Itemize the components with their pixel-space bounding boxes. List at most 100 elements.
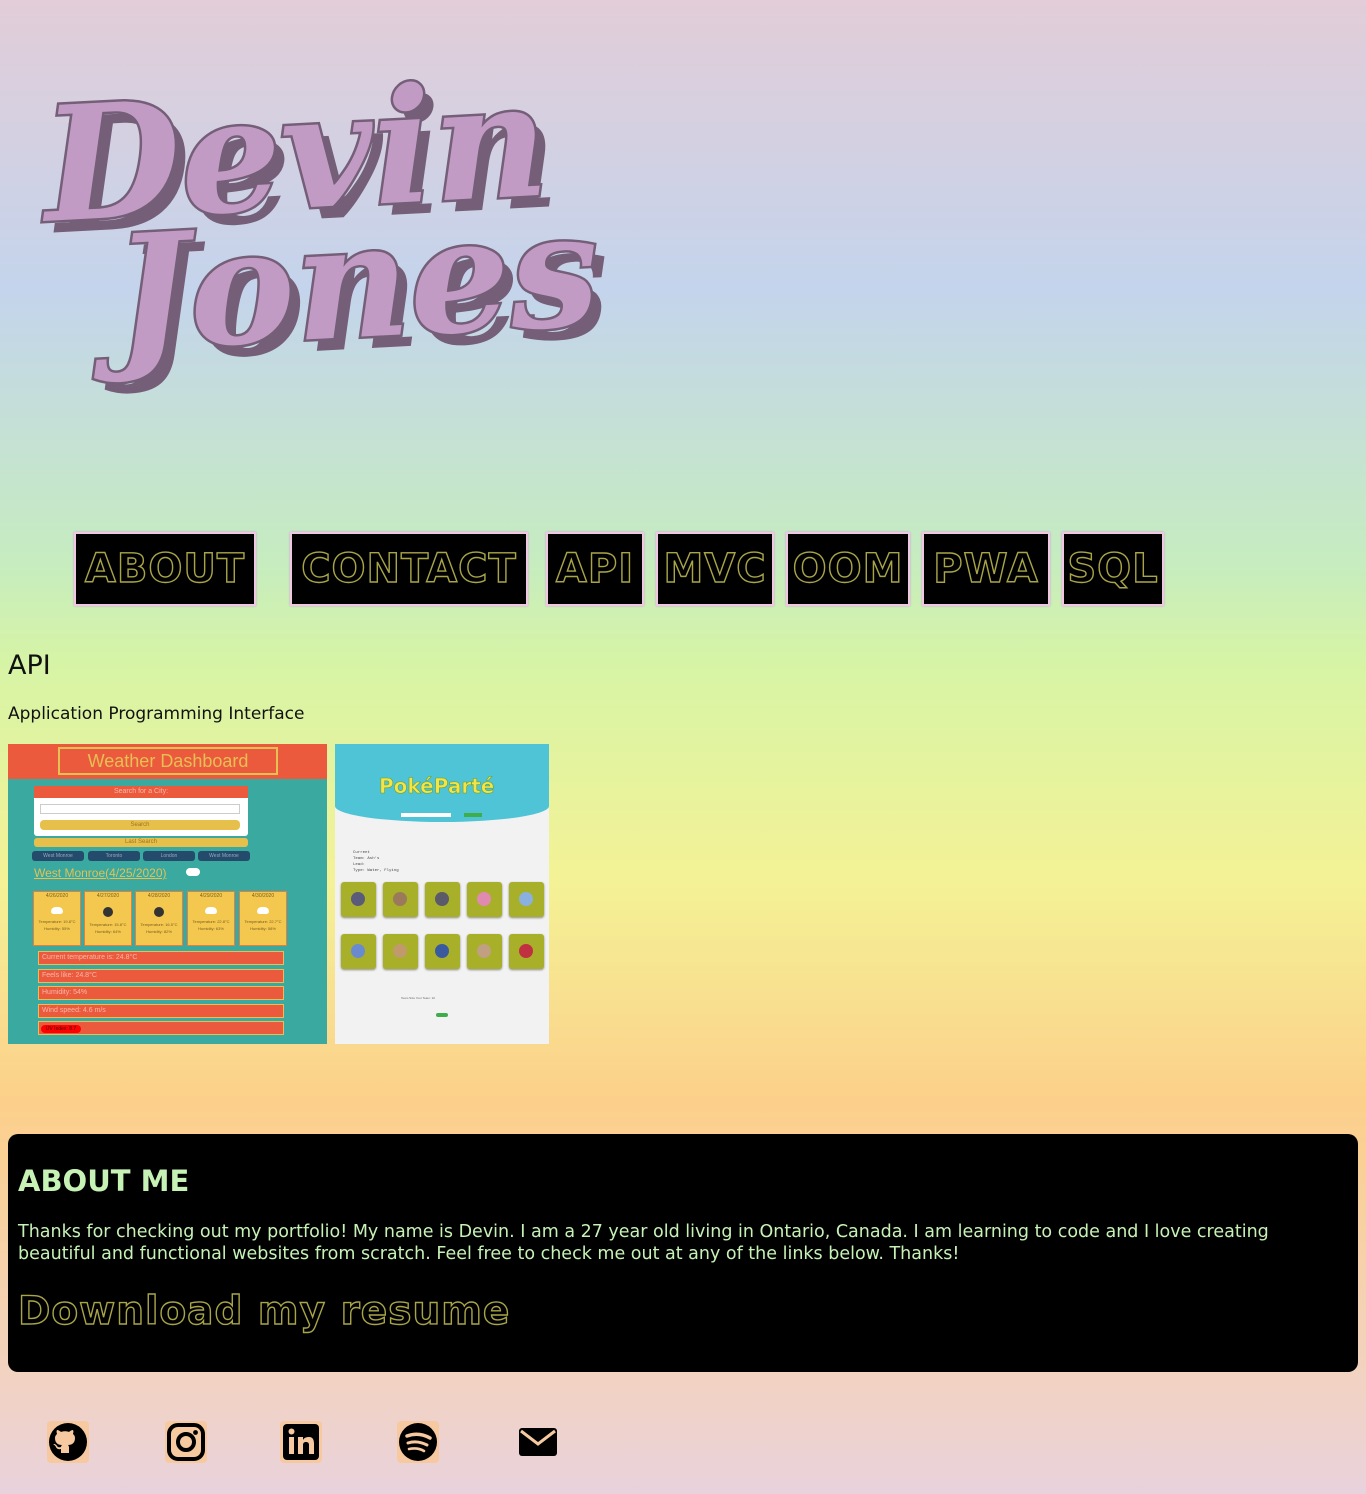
logo-line2: Jones [85, 177, 603, 388]
weather-uv-badge: UV Index: 8.7 [41, 1025, 81, 1033]
poke-card [425, 882, 460, 917]
pokeparte-thumbnail[interactable]: PokéParté Current Team: Ash's Lead: Type… [335, 744, 549, 1044]
forecast-temp: Temperature: 16.5°C [140, 922, 178, 927]
weather-city-list: West Monroe Toronto London West Monroe [32, 851, 252, 861]
weather-current-row: Humidity: 54% [38, 986, 284, 1000]
cloud-icon [186, 868, 200, 876]
about-text: Thanks for checking out my portfolio! My… [18, 1222, 1269, 1264]
nav-api[interactable]: API [546, 532, 644, 606]
poke-card [509, 882, 544, 917]
forecast-card: 4/29/2020 Temperature: 22.8°C Humidity: … [187, 891, 235, 946]
poke-card [383, 882, 418, 917]
forecast-date: 4/28/2020 [147, 893, 171, 899]
forecast-date: 4/26/2020 [45, 893, 69, 899]
weather-header: Weather Dashboard [8, 744, 327, 779]
weather-forecast: 4/26/2020 Temperature: 19.8°C Humidity: … [33, 891, 293, 947]
partly-cloudy-icon [205, 907, 217, 914]
poke-search-input [401, 813, 451, 817]
forecast-date: 4/29/2020 [199, 893, 223, 899]
pokemon-sprite [435, 944, 449, 958]
nav-about-label: ABOUT [84, 545, 246, 592]
forecast-humidity: Humidity: 55% [44, 926, 70, 931]
email-icon[interactable] [517, 1421, 559, 1463]
poke-header: PokéParté [335, 744, 549, 822]
forecast-date: 4/30/2020 [251, 893, 275, 899]
poke-save-button [436, 1013, 448, 1017]
social-links [0, 1421, 1366, 1465]
poke-logo: PokéParté [379, 774, 495, 799]
moon-icon [154, 907, 164, 917]
poke-card [341, 934, 376, 969]
section-title: API [8, 650, 51, 681]
poke-card [425, 934, 460, 969]
pokemon-sprite [351, 944, 365, 958]
weather-current-row: Current temperature is: 24.8°C [38, 951, 284, 965]
weather-dashboard-thumbnail[interactable]: Weather Dashboard Search for a City: Sea… [8, 744, 327, 1044]
instagram-icon[interactable] [165, 1421, 207, 1463]
download-resume-link[interactable]: Download my resume [17, 1288, 510, 1334]
logo-wordmark: Devin Devin Jones Jones [32, 45, 613, 400]
forecast-card: 4/26/2020 Temperature: 19.8°C Humidity: … [33, 891, 81, 946]
spotify-icon[interactable] [397, 1421, 439, 1463]
poke-card [509, 934, 544, 969]
nav-contact-label: CONTACT [300, 545, 517, 592]
weather-title: Weather Dashboard [58, 747, 278, 775]
poke-card [341, 882, 376, 917]
pokemon-sprite [477, 892, 491, 906]
poke-info-line: Type: Water, Flying [353, 869, 399, 873]
nav-sql-label: SQL [1067, 545, 1159, 592]
weather-search-button: Search [40, 820, 240, 830]
poke-card [467, 882, 502, 917]
poke-card [467, 934, 502, 969]
forecast-card: 4/28/2020 Temperature: 16.5°C Humidity: … [135, 891, 183, 946]
nav-pwa[interactable]: PWA [922, 532, 1050, 606]
forecast-temp: Temperature: 19.8°C [38, 919, 76, 924]
pokemon-sprite [519, 944, 533, 958]
pokemon-sprite [393, 944, 407, 958]
moon-icon [103, 907, 113, 917]
nav-api-label: API [555, 545, 635, 592]
pokemon-sprite [393, 892, 407, 906]
weather-city: London [143, 851, 195, 861]
forecast-humidity: Humidity: 63% [198, 926, 224, 931]
forecast-humidity: Humidity: 82% [146, 929, 172, 934]
github-icon[interactable] [47, 1421, 89, 1463]
poke-search-button [464, 813, 482, 817]
weather-city: Toronto [88, 851, 140, 861]
nav-sql[interactable]: SQL [1062, 532, 1164, 606]
nav-oom-label: OOM [792, 545, 904, 592]
nav-mvc-label: MVC [663, 545, 767, 592]
forecast-temp: Temperature: 22.8°C [192, 919, 230, 924]
weather-search-input [40, 804, 240, 814]
nav-oom[interactable]: OOM [786, 532, 910, 606]
section-subtitle: Application Programming Interface [8, 704, 305, 724]
nav-contact[interactable]: CONTACT [290, 532, 528, 606]
forecast-date: 4/27/2020 [96, 893, 120, 899]
weather-location: West Monroe(4/25/2020) [34, 866, 167, 880]
nav-pwa-label: PWA [932, 545, 1039, 592]
nav-about[interactable]: ABOUT [74, 532, 256, 606]
pokemon-sprite [435, 892, 449, 906]
partly-cloudy-icon [257, 907, 269, 914]
main-nav: ABOUT CONTACT API MVC OOM PWA SQL [0, 532, 1366, 608]
weather-search-label: Search for a City: [34, 786, 248, 798]
site-logo: Devin Devin Jones Jones [30, 40, 630, 440]
forecast-card: 4/30/2020 Temperature: 22.7°C Humidity: … [239, 891, 287, 946]
poke-card [383, 934, 418, 969]
weather-current-row: Feels like: 24.8°C [38, 969, 284, 983]
partly-cloudy-icon [51, 907, 63, 914]
forecast-temp: Temperature: 22.7°C [244, 919, 282, 924]
poke-info: Current Team: Ash's Lead: Type: Water, F… [353, 850, 399, 874]
forecast-humidity: Humidity: 64% [95, 929, 121, 934]
forecast-temp: Temperature: 15.8°C [89, 922, 127, 927]
weather-search-panel: Search for a City: Search [34, 786, 248, 836]
poke-footer: Team Size Your Team: 10 [401, 996, 435, 1000]
about-section: ABOUT ME Thanks for checking out my port… [8, 1134, 1358, 1372]
forecast-card: 4/27/2020 Temperature: 15.8°C Humidity: … [84, 891, 132, 946]
pokemon-sprite [477, 944, 491, 958]
weather-city: West Monroe [198, 851, 250, 861]
linkedin-icon[interactable] [280, 1421, 322, 1463]
weather-city: West Monroe [32, 851, 84, 861]
weather-current-row: Wind speed: 4.6 m/s [38, 1004, 284, 1018]
nav-mvc[interactable]: MVC [656, 532, 774, 606]
